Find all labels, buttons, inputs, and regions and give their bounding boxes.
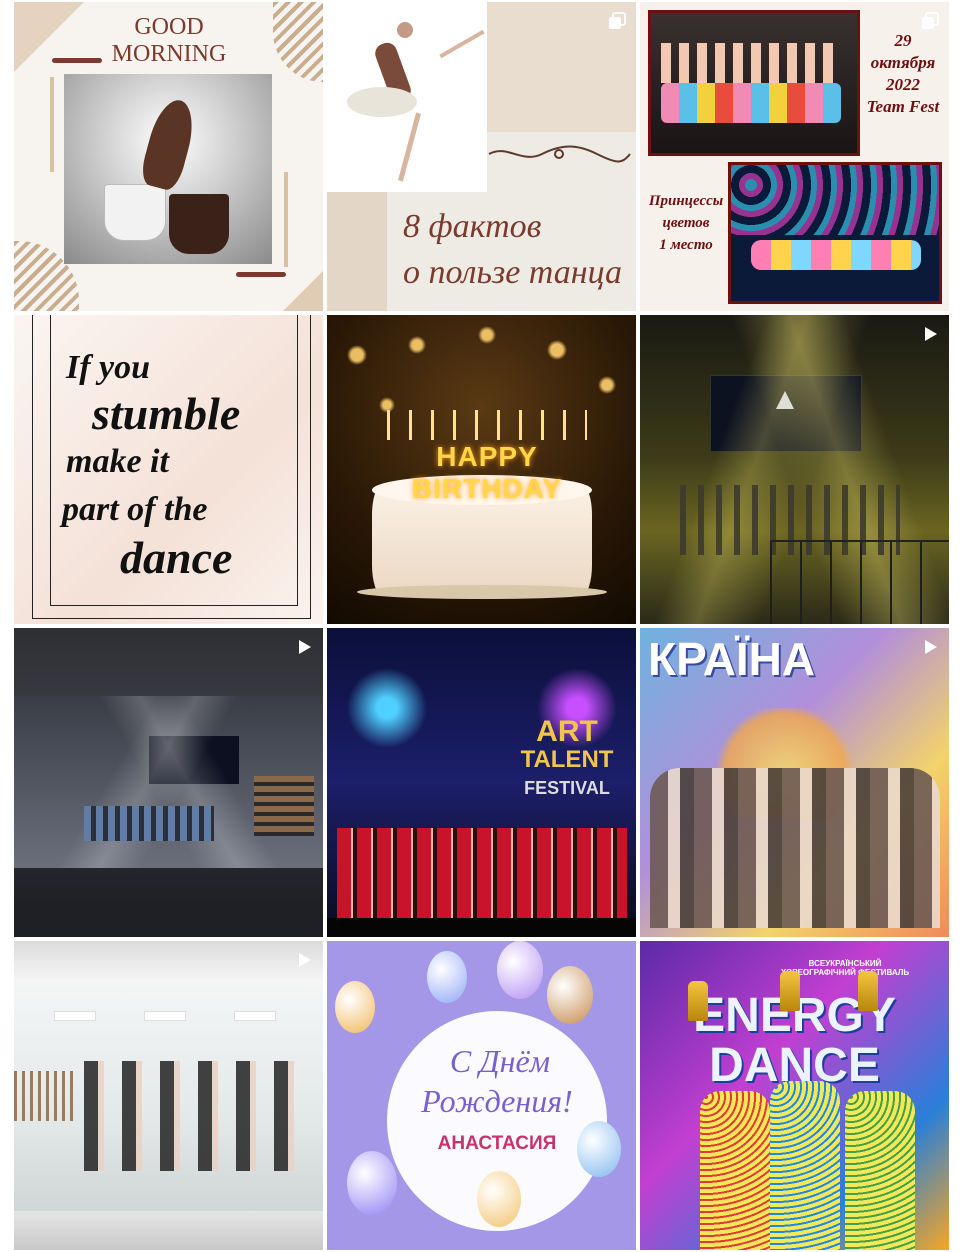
reel-icon [295,638,313,656]
cake-plate [357,585,607,599]
trophy [688,981,708,1021]
quote-line: make it [66,443,169,480]
girl-yellow-dress [770,1081,840,1250]
post-tile-energy-dance[interactable]: ВСЕУКРАЇНСЬКИЙ ХОРЕОГРАФІЧНИЙ ФЕСТИВАЛЬ … [640,941,949,1250]
greeting-name: АНАСТАСИЯ [437,1133,557,1154]
post-tile-art-talent-festival[interactable]: ART TALENT FESTIVAL [327,628,636,937]
profile-post-grid: GOOD MORNING 8 фактов о пользе танца 29 … [14,2,949,1250]
balloon [477,1171,521,1227]
greeting-title: С Днём [449,1043,551,1079]
stage-photo-1 [648,10,860,156]
date-day: 29 [894,31,912,50]
date-month: октября [870,53,936,72]
festival-logo: ART TALENT FESTIVAL [497,715,636,802]
trophy [858,971,878,1011]
dance-studio-photo [14,981,323,1211]
balloon [347,1151,397,1215]
event-name: Team Fest [866,97,940,116]
coffee-cups-photo [64,74,272,264]
stage-floor [327,918,636,937]
audience [254,776,314,836]
post-tile-team-fest[interactable]: 29 октября 2022 Team Fest Принцессы цвет… [640,2,949,311]
girl-yellow-dress [700,1091,770,1250]
award-line: цветов [662,215,710,231]
balloon [497,941,543,999]
banner-title: КРАЇНА [648,633,816,685]
post-title: 8 фактов [403,208,542,245]
dancers-group [84,806,214,841]
post-tile-stumble-quote[interactable]: If you stumble make it part of the dance [14,315,323,624]
post-tile-birthday-anastasia[interactable]: С Днём Рождения! АНАСТАСИЯ [327,941,636,1250]
dancers-group [650,768,940,928]
divider [52,58,102,63]
video-top-blur [14,941,323,981]
corner-decoration [283,271,323,311]
greeting-subtitle: Рождения! [421,1083,573,1119]
quote-line: part of the [62,491,208,528]
divider [50,77,54,172]
quote-line: If you [66,349,151,386]
balloon [547,966,593,1024]
girl-yellow-dress [845,1091,915,1250]
award-place: 1 место [659,237,713,253]
post-tile-studio-reel[interactable] [14,941,323,1250]
carousel-icon [921,12,939,30]
ornament-flourish [487,142,632,166]
logo-line: TALENT [520,746,614,773]
event-date: 29 октября 2022 Team Fest [858,30,948,118]
post-tile-dance-facts[interactable]: 8 фактов о пользе танца [327,2,636,311]
reel-icon [921,638,939,656]
date-year: 2022 [886,75,920,94]
balloon [335,981,375,1033]
balloon [427,951,467,1003]
divider [236,272,286,277]
reel-icon [921,325,939,343]
logo-line: ART [536,715,598,748]
stage-railing [770,540,949,624]
color-block [327,192,387,311]
festival-header-line: ВСЕУКРАЇНСЬКИЙ [808,959,882,968]
candle-flames [387,410,587,440]
post-title: GOOD MORNING [111,14,227,67]
post-tile-birthday-cake[interactable]: HAPPY BIRTHDAY [327,315,636,624]
birthday-candles-text: HAPPY BIRTHDAY [411,441,563,504]
quote-line: stumble [92,388,241,439]
stripe-decoration [273,2,323,82]
divider [284,172,288,267]
post-tile-stage-reel-1[interactable] [640,315,949,624]
quote-line: dance [120,532,233,583]
award-caption: Принцессы цветов 1 место [642,190,730,256]
festival-header: ВСЕУКРАЇНСЬКИЙ ХОРЕОГРАФІЧНИЙ ФЕСТИВАЛЬ [750,959,940,977]
reel-icon [295,951,313,969]
carousel-icon [608,12,626,30]
video-frame [14,696,323,868]
post-tile-stage-reel-2[interactable] [14,628,323,937]
trophy [780,971,800,1011]
video-bottom-blur [14,1211,323,1250]
dancers-red-costumes [337,828,627,918]
stage-photo-2 [728,162,942,304]
post-tile-good-morning[interactable]: GOOD MORNING [14,2,323,311]
dancer-photo [327,2,487,192]
logo-line: FESTIVAL [524,778,610,798]
festival-header-line: ХОРЕОГРАФІЧНИЙ ФЕСТИВАЛЬ [780,968,910,977]
post-tile-kraina-reel[interactable]: КРАЇНА [640,628,949,937]
award-line: Принцессы [648,193,724,209]
post-subtitle: о пользе танца [403,254,623,291]
